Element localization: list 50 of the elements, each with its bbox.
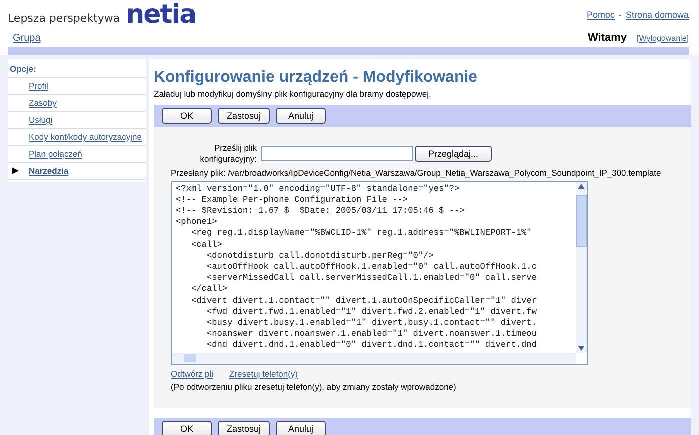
help-link[interactable]: Pomoc (586, 10, 615, 20)
code-line: <call> (190, 240, 224, 251)
action-button[interactable]: OK (162, 421, 212, 435)
code-line: <dnd divert.dnd.1.enabled="0" divert.dnd.1.contact="" divert.dnd (206, 340, 538, 352)
vertical-scrollbar[interactable] (576, 182, 587, 353)
logout-link[interactable]: [Wylogowanie] (637, 34, 689, 42)
separator: - (618, 10, 622, 20)
sidebar-item[interactable]: Narzedzia (29, 166, 69, 176)
action-button[interactable]: OK (162, 108, 212, 124)
action-button[interactable]: Anuluj (276, 421, 326, 435)
uploaded-file-path: Przesłany plik: /var/broadworks/IpDeviceConfig/Netia_Warszawa/Group_Netia_Warszawa_Polycom_Soundpoint_IP_300.template (170, 166, 662, 180)
config-text-area[interactable] (171, 180, 588, 365)
page-title: Konfigurowanie urządzeń - Modyfikowanie (154, 68, 479, 88)
sidebar-item[interactable]: Zasoby (29, 98, 57, 108)
action-button[interactable]: Zastosuj (218, 108, 270, 124)
scroll-up-icon[interactable] (578, 184, 585, 189)
code-line: </call> (190, 284, 229, 296)
horizontal-scrollbar[interactable] (172, 352, 576, 364)
scroll-down-icon[interactable] (578, 346, 585, 351)
group-link[interactable]: Grupa (13, 32, 41, 44)
action-button[interactable]: Zastosuj (218, 421, 270, 435)
sidebar-item[interactable]: Profil (29, 81, 48, 91)
code-line: <donotdisturb call.donotdisturb.perReg="0"/> (206, 250, 435, 262)
code-line: <?xml version="1.0" encoding="UTF-8" standalone="yes"?> (176, 184, 461, 195)
code-line: <noanswer divert.noanswer.1.enabled="1" divert.noanswer.1.timeou (206, 329, 538, 340)
code-line: <divert divert.1.contact="" divert.1.autoOnSpecificCaller="1" diver (190, 296, 538, 307)
restore-file-link[interactable]: Odtwórz pli (171, 368, 214, 379)
code-line: <fwd divert.fwd.1.enabled="1" divert.fwd.2.enabled="1" divert.fw (206, 306, 538, 318)
home-link[interactable]: Strona domowa (626, 10, 689, 20)
code-line: <!-- Example Per-phone Configuration File --> (176, 194, 410, 206)
code-line: <serverMissedCall call.serverMissedCall.1.enabled="0" call.serve (206, 273, 538, 284)
code-line: <autoOffHook call.autoOffHook.1.enabled="0" call.autoOffHook.1.c (206, 262, 538, 274)
code-line: <!-- $Revision: 1.67 $ $Date: 2005/03/11 17:05:46 $ --> (176, 206, 466, 218)
reset-phone-link[interactable]: Zresetuj telefon(y) (230, 368, 298, 379)
code-line: <reg reg.1.displayName="%BWCLID-1%" reg.1.address="%BWLINEPORT-1%" (190, 228, 533, 240)
code-line: <busy divert.busy.1.enabled="1" divert.busy.1.contact="" divert. (206, 318, 538, 330)
logo: netia (126, 2, 196, 28)
upload-label: Prześlij plik konfiguracyjny: (199, 142, 257, 165)
welcome-text: Witamy (588, 32, 628, 44)
browse-button[interactable]: Przeglądaj... (415, 146, 492, 162)
code-line: <phone1> (176, 217, 218, 228)
note-text: (Po odtworzeniu pliku zresetuj telefon(y), aby zmiany zostały wprowadzone) (171, 382, 458, 392)
sidebar-title: Opcje: (8, 59, 146, 78)
sidebar-item[interactable]: Plan połączeń (29, 149, 82, 159)
sidebar-item[interactable]: Usługi (29, 115, 53, 125)
sidebar-item[interactable]: Kody kont/kody autoryzacyjne (29, 132, 142, 142)
tagline: Lepsza perspektywa (8, 12, 120, 27)
file-input-field[interactable] (261, 146, 413, 162)
action-button[interactable]: Anuluj (276, 108, 326, 124)
description: Załaduj lub modyfikuj domyślny plik konfiguracyjny dla bramy dostępowej. (154, 89, 432, 101)
